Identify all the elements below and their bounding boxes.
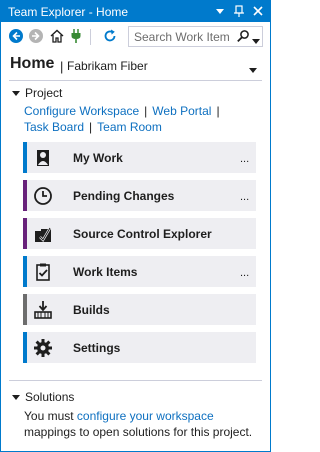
chevron-down-icon[interactable] [249, 63, 257, 77]
tile-label: Pending Changes [73, 189, 175, 203]
project-name: Fabrikam Fiber [67, 59, 148, 73]
source-control-explorer-tile[interactable]: Source Control Explorer [23, 218, 256, 249]
search-icon[interactable] [236, 29, 250, 46]
tile-accent-bar [23, 256, 27, 287]
solutions-text-before: You must [24, 409, 77, 423]
header-divider [9, 80, 262, 81]
tile-accent-bar [23, 218, 27, 249]
project-links-row-2: Task Board | Team Room [24, 119, 162, 135]
configure-workspace-link[interactable]: Configure Workspace [24, 104, 139, 118]
solutions-message: You must configure your workspace mappin… [24, 408, 264, 440]
team-room-link[interactable]: Team Room [97, 120, 162, 134]
project-section-header[interactable]: Project [12, 86, 62, 100]
collapse-triangle-icon[interactable] [12, 90, 20, 96]
more-options-button[interactable]: ... [240, 268, 249, 279]
source-control-icon [33, 224, 53, 244]
search-dropdown-icon[interactable] [252, 34, 260, 48]
pin-icon[interactable] [232, 4, 246, 18]
back-arrow-icon[interactable] [8, 28, 24, 44]
page-header[interactable]: Home | Fabrikam Fiber [1, 53, 270, 77]
tile-label: Work Items [73, 265, 138, 279]
clipboard-check-icon [33, 262, 53, 282]
work-items-tile[interactable]: Work Items ... [23, 256, 256, 287]
search-box[interactable] [128, 26, 263, 47]
web-portal-link[interactable]: Web Portal [152, 104, 211, 118]
solutions-section-title: Solutions [25, 390, 75, 404]
forward-arrow-icon[interactable] [28, 28, 44, 44]
builds-icon [33, 300, 53, 320]
title-bar: Team Explorer - Home [1, 1, 270, 22]
tile-label: Builds [73, 303, 110, 317]
configure-your-workspace-link[interactable]: configure your workspace [77, 409, 214, 423]
window-title: Team Explorer - Home [8, 5, 129, 19]
settings-tile[interactable]: Settings [23, 332, 256, 363]
toolbar-separator [90, 29, 91, 45]
title-separator: | [60, 59, 64, 74]
team-explorer-window: Team Explorer - Home Search Work Items H… [0, 0, 271, 452]
tile-accent-bar [23, 180, 27, 211]
project-links-row-1: Configure Workspace | Web Portal | [24, 103, 225, 119]
toolbar [1, 25, 270, 49]
my-work-tile[interactable]: My Work ... [23, 142, 256, 173]
project-section-title: Project [25, 86, 63, 100]
solutions-text-after: mappings to open solutions for this proj… [24, 425, 253, 439]
tile-accent-bar [23, 142, 27, 173]
tile-label: My Work [73, 151, 123, 165]
link-separator: | [216, 104, 220, 118]
collapse-triangle-icon[interactable] [12, 394, 20, 400]
page-title: Home [10, 55, 55, 72]
solutions-section-header[interactable]: Solutions [12, 390, 74, 404]
tile-label: Settings [73, 341, 121, 355]
clock-icon [33, 186, 53, 206]
dropdown-arrow-icon[interactable] [213, 4, 227, 18]
link-separator: | [89, 120, 93, 134]
solutions-divider [9, 380, 262, 381]
pending-changes-tile[interactable]: Pending Changes ... [23, 180, 256, 211]
tile-label: Source Control Explorer [73, 227, 212, 241]
tile-accent-bar [23, 294, 27, 325]
person-icon [33, 148, 53, 168]
task-board-link[interactable]: Task Board [24, 120, 84, 134]
connect-plug-icon[interactable] [68, 28, 84, 44]
more-options-button[interactable]: ... [240, 192, 249, 203]
tile-accent-bar [23, 332, 27, 363]
home-icon[interactable] [49, 28, 65, 44]
more-options-button[interactable]: ... [240, 154, 249, 165]
gear-icon [33, 338, 53, 358]
builds-tile[interactable]: Builds [23, 294, 256, 325]
close-icon[interactable] [251, 4, 265, 18]
link-separator: | [144, 104, 148, 118]
search-input[interactable] [129, 27, 229, 46]
refresh-icon[interactable] [102, 28, 118, 44]
